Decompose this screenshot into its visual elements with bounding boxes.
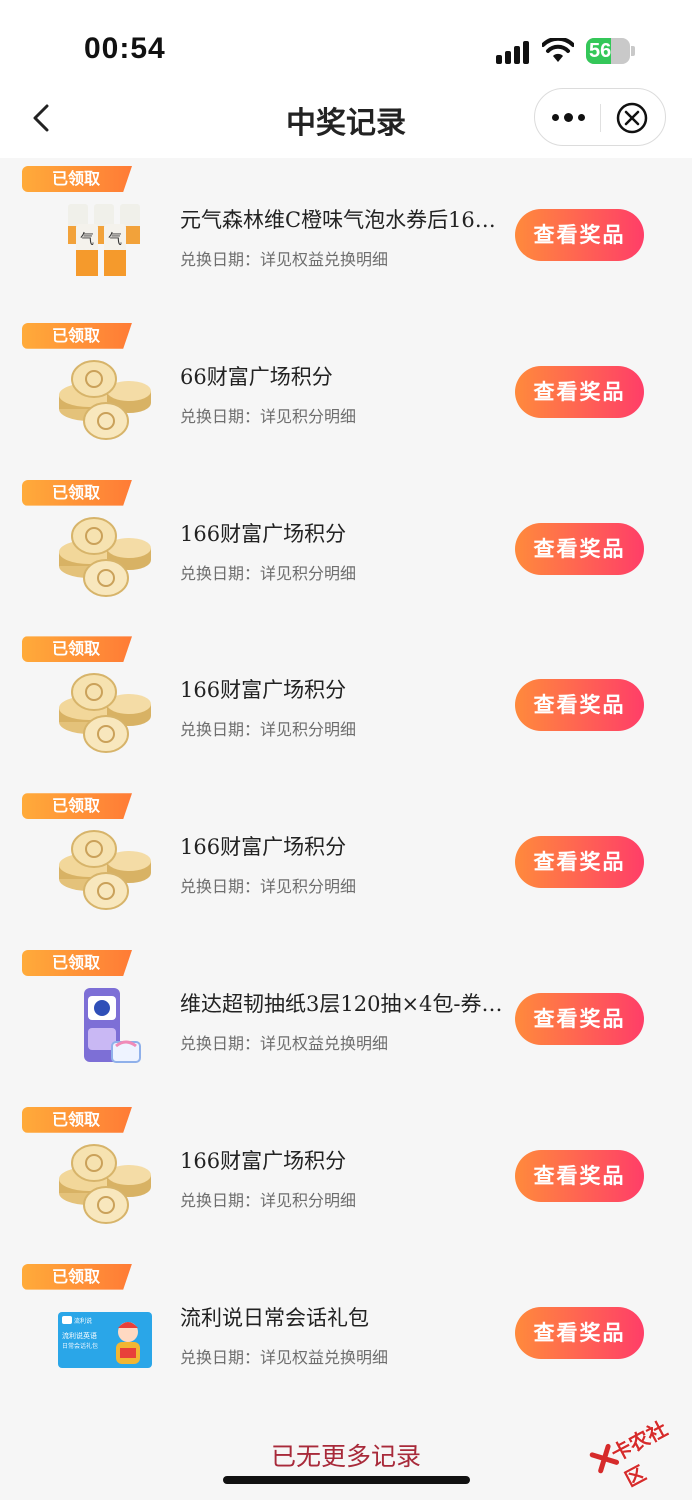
prize-thumbnail: 流利说 流利说英语 日常会话礼包	[54, 1298, 154, 1384]
view-prize-button[interactable]: 查看奖品	[515, 993, 644, 1045]
redeem-date: 兑换日期：详见积分明细	[180, 720, 357, 740]
record-item: 已领取 166财富广场积分兑换日期：详见积分明细 查看奖品	[0, 472, 692, 629]
prize-thumbnail: 气 气	[54, 200, 154, 286]
svg-text:气: 气	[80, 232, 94, 248]
record-item: 已领取 166财富广场积分兑换日期：详见积分明细 查看奖品	[0, 1099, 692, 1256]
claimed-badge: 已领取	[22, 479, 132, 506]
record-item: 已领取 166财富广场积分兑换日期：详见积分明细 查看奖品	[0, 628, 692, 785]
view-prize-button[interactable]: 查看奖品	[515, 209, 644, 261]
svg-text:日常会话礼包: 日常会话礼包	[62, 1342, 98, 1350]
claimed-badge: 已领取	[22, 793, 132, 820]
mini-program-capsule	[534, 88, 666, 146]
redeem-date: 兑换日期：详见权益兑换明细	[180, 250, 389, 269]
redeem-date: 兑换日期：详见权益兑换明细	[180, 1347, 389, 1367]
prize-thumbnail	[54, 514, 154, 600]
battery-nub	[631, 46, 635, 56]
svg-text:流利说: 流利说	[74, 1317, 92, 1325]
claimed-badge: 已领取	[22, 950, 132, 976]
prize-name: 66财富广场积分	[180, 364, 333, 389]
view-prize-button[interactable]: 查看奖品	[515, 1306, 644, 1359]
claimed-badge: 已领取	[22, 166, 132, 192]
record-item: 已领取 维达超韧抽纸3层120抽×4包-券… 兑换日期：详见权益兑换明细 查看奖品	[0, 942, 692, 1099]
prize-name: 166财富广场积分	[180, 521, 347, 546]
battery-icon: 56	[586, 38, 630, 64]
claimed-badge: 已领取	[22, 322, 132, 349]
home-indicator[interactable]	[223, 1476, 470, 1484]
record-item: 已领取 166财富广场积分兑换日期：详见积分明细 查看奖品	[0, 785, 692, 942]
view-prize-button[interactable]: 查看奖品	[515, 522, 644, 575]
claimed-badge: 已领取	[22, 1106, 132, 1133]
prize-name: 元气森林维C橙味气泡水券后16…	[180, 208, 496, 232]
view-prize-button[interactable]: 查看奖品	[515, 365, 644, 418]
more-dots-icon[interactable]	[547, 97, 589, 137]
redeem-date: 兑换日期：详见积分明细	[180, 406, 357, 426]
prize-name: 166财富广场积分	[180, 1148, 347, 1173]
redeem-date: 兑换日期：详见积分明细	[180, 563, 357, 583]
redeem-date: 兑换日期：详见积分明细	[180, 877, 357, 897]
view-prize-button[interactable]: 查看奖品	[515, 1149, 644, 1202]
prize-name: 166财富广场积分	[180, 835, 347, 860]
status-bar: 00:54 56	[0, 0, 692, 88]
wifi-icon	[542, 38, 574, 62]
claimed-badge: 已领取	[22, 1263, 132, 1290]
prize-thumbnail	[54, 357, 154, 443]
svg-text:流利说英语: 流利说英语	[62, 1331, 97, 1340]
battery-level: 56	[589, 40, 612, 62]
view-prize-button[interactable]: 查看奖品	[515, 679, 644, 732]
capsule-divider	[600, 104, 601, 132]
svg-text:气: 气	[108, 232, 122, 248]
record-item: 已领取 气 气 元气森林维C橙味气泡水券后16… 兑换日期：详见权益兑换明细 查看奖…	[0, 158, 692, 315]
close-circle-icon[interactable]	[615, 101, 649, 135]
prize-thumbnail	[54, 1141, 154, 1227]
prize-thumbnail	[54, 984, 154, 1070]
redeem-date: 兑换日期：详见权益兑换明细	[180, 1034, 389, 1053]
prize-name: 166财富广场积分	[180, 678, 347, 703]
nav-bar: 中奖记录	[0, 88, 692, 158]
cellular-signal-icon	[496, 40, 532, 64]
claimed-badge: 已领取	[22, 636, 132, 663]
prize-thumbnail	[54, 827, 154, 913]
prize-name: 流利说日常会话礼包	[180, 1305, 369, 1330]
watermark-text: 卡农社区	[607, 1416, 672, 1492]
redeem-date: 兑换日期：详见积分明细	[180, 1190, 357, 1210]
view-prize-button[interactable]: 查看奖品	[515, 836, 644, 889]
status-time: 00:54	[84, 32, 166, 65]
record-item: 已领取 66财富广场积分兑换日期：详见积分明细 查看奖品	[0, 315, 692, 472]
prize-name: 维达超韧抽纸3层120抽×4包-券…	[180, 992, 503, 1016]
record-item: 已领取 流利说 流利说英语 日常会话礼包 流利说日常会话礼包 兑换日期：详见权益兑…	[0, 1256, 692, 1413]
prize-thumbnail	[54, 670, 154, 756]
